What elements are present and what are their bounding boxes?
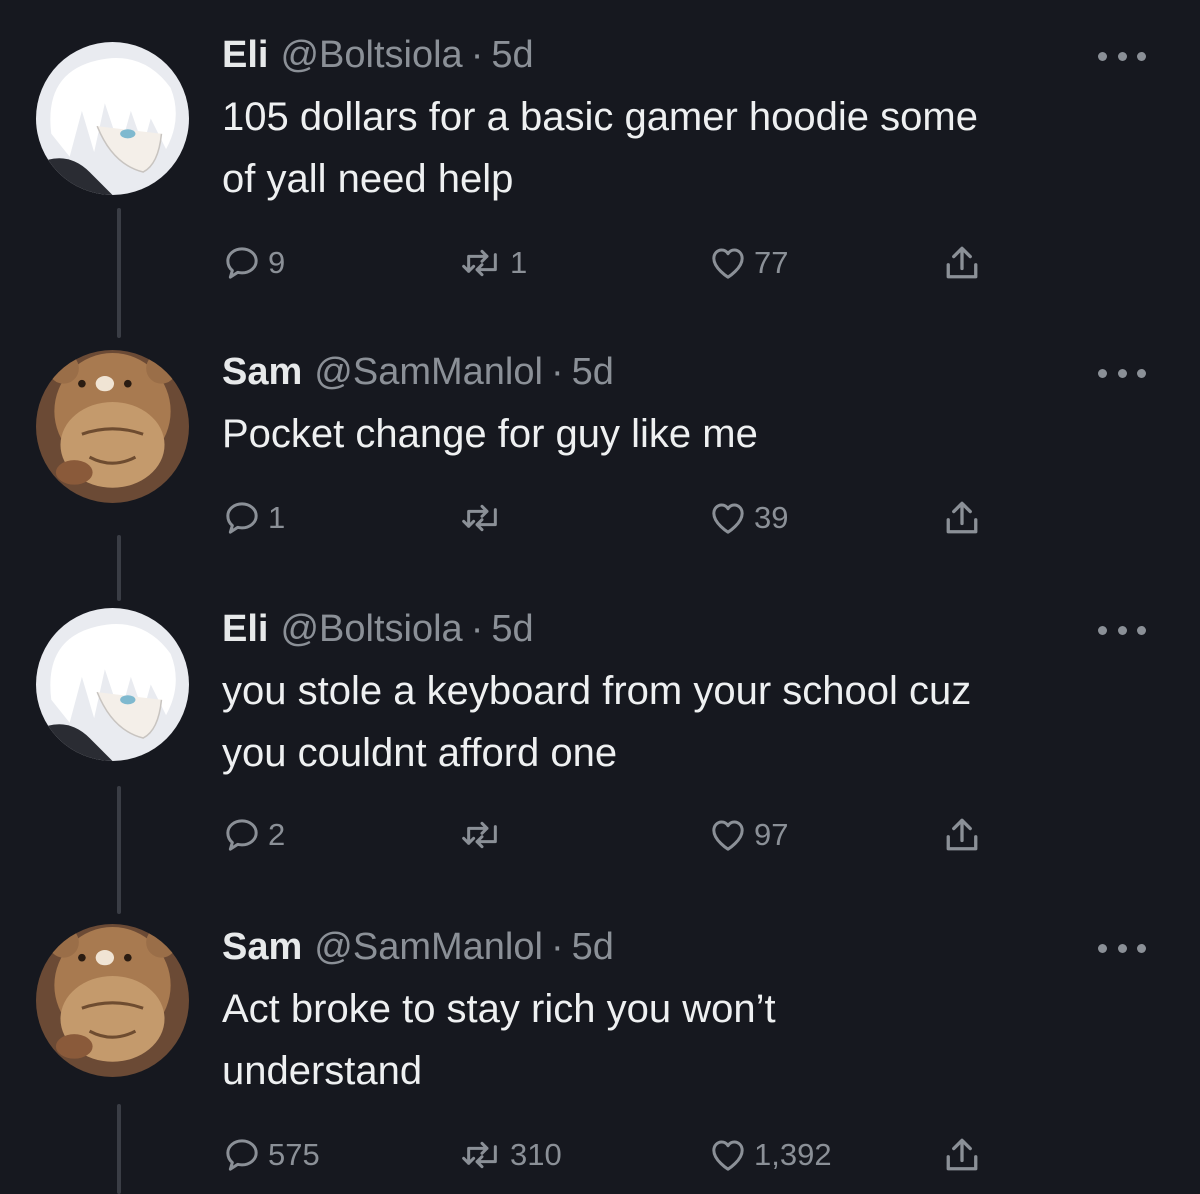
action-bar: 575 310 1,392 xyxy=(222,1130,1002,1180)
like-button[interactable]: 1,392 xyxy=(708,1130,832,1180)
like-button[interactable]: 39 xyxy=(708,493,788,543)
reply-button[interactable]: 575 xyxy=(222,1130,320,1180)
display-name[interactable]: Eli xyxy=(222,608,268,651)
reply-button[interactable]: 1 xyxy=(222,493,285,543)
timestamp[interactable]: 5d xyxy=(572,926,614,969)
timestamp[interactable]: 5d xyxy=(491,34,533,77)
share-button[interactable] xyxy=(940,810,984,860)
tweet-text-line: you stole a keyboard from your school cu… xyxy=(222,669,972,713)
like-icon xyxy=(712,248,744,279)
tweet-header: Sam @SamManlol · 5d xyxy=(222,922,614,972)
like-count: 1,392 xyxy=(754,1137,832,1172)
retweet-icon xyxy=(462,504,497,532)
like-button[interactable]: 97 xyxy=(708,810,788,860)
share-icon xyxy=(946,501,978,534)
thread-line xyxy=(117,1104,121,1194)
user-handle[interactable]: @SamManlol xyxy=(314,926,543,969)
user-handle[interactable]: @Boltsiola xyxy=(280,34,462,77)
tweet-text-line: understand xyxy=(222,1049,423,1093)
share-icon xyxy=(946,818,978,851)
tweet-header: Sam @SamManlol · 5d xyxy=(222,347,614,397)
retweet-icon xyxy=(462,1141,497,1169)
tweet-text: Pocket change for guy like me xyxy=(222,403,1162,465)
user-handle[interactable]: @Boltsiola xyxy=(280,608,462,651)
action-bar: 2 97 xyxy=(222,810,1002,860)
like-count: 97 xyxy=(754,817,789,852)
reply-button[interactable]: 9 xyxy=(222,238,285,288)
share-button[interactable] xyxy=(940,1130,984,1180)
thread-line xyxy=(117,535,121,601)
like-button[interactable]: 77 xyxy=(708,238,788,288)
display-name[interactable]: Sam xyxy=(222,351,302,394)
like-icon xyxy=(712,1140,744,1171)
thread-line xyxy=(117,786,121,914)
retweet-button[interactable] xyxy=(460,810,510,860)
thread-line xyxy=(117,208,121,338)
tweet-text: you stole a keyboard from your school cu… xyxy=(222,660,1162,784)
timestamp[interactable]: 5d xyxy=(572,351,614,394)
display-name[interactable]: Sam xyxy=(222,926,302,969)
reply-icon xyxy=(226,502,258,534)
action-bar: 9 1 77 xyxy=(222,238,1002,288)
retweet-icon xyxy=(462,821,497,849)
retweet-count: 1 xyxy=(510,245,528,280)
more-icon[interactable] xyxy=(1098,365,1146,381)
reply-count: 1 xyxy=(268,500,286,535)
separator: · xyxy=(470,607,484,650)
more-icon[interactable] xyxy=(1098,48,1146,64)
separator: · xyxy=(550,925,564,968)
reply-icon xyxy=(226,1139,258,1171)
retweet-count: 310 xyxy=(510,1137,562,1172)
retweet-button[interactable] xyxy=(460,493,510,543)
tweet-text: 105 dollars for a basic gamer hoodie som… xyxy=(222,86,1162,210)
reply-icon xyxy=(226,819,258,851)
like-count: 77 xyxy=(754,245,789,280)
more-icon[interactable] xyxy=(1098,940,1146,956)
like-count: 39 xyxy=(754,500,789,535)
avatar[interactable] xyxy=(36,350,189,503)
action-bar: 1 39 xyxy=(222,493,1002,543)
separator: · xyxy=(470,33,484,76)
tweet-text-line: you couldnt afford one xyxy=(222,731,618,775)
like-icon xyxy=(712,820,744,851)
separator: · xyxy=(550,350,564,393)
tweet-text-line: Pocket change for guy like me xyxy=(222,412,758,456)
tweet-text-line: Act broke to stay rich you won’t xyxy=(222,987,776,1031)
retweet-icon xyxy=(462,249,497,277)
reply-icon xyxy=(226,247,258,279)
display-name[interactable]: Eli xyxy=(222,34,268,77)
share-icon xyxy=(946,1138,978,1171)
share-button[interactable] xyxy=(940,238,984,288)
share-button[interactable] xyxy=(940,493,984,543)
tweet-header: Eli @Boltsiola · 5d xyxy=(222,604,534,654)
avatar[interactable] xyxy=(36,42,189,195)
avatar[interactable] xyxy=(36,608,189,761)
retweet-button[interactable]: 1 xyxy=(460,238,527,288)
reply-button[interactable]: 2 xyxy=(222,810,285,860)
tweet-header: Eli @Boltsiola · 5d xyxy=(222,30,534,80)
share-icon xyxy=(946,246,978,279)
reply-count: 9 xyxy=(268,245,286,280)
reply-count: 575 xyxy=(268,1137,320,1172)
like-icon xyxy=(712,503,744,534)
tweet-text-line: 105 dollars for a basic gamer hoodie som… xyxy=(222,95,978,139)
more-icon[interactable] xyxy=(1098,622,1146,638)
timestamp[interactable]: 5d xyxy=(491,608,533,651)
user-handle[interactable]: @SamManlol xyxy=(314,351,543,394)
tweet-text: Act broke to stay rich you won’t underst… xyxy=(222,978,1162,1102)
tweet-text-line: of yall need help xyxy=(222,157,514,201)
retweet-button[interactable]: 310 xyxy=(460,1130,562,1180)
avatar[interactable] xyxy=(36,924,189,1077)
reply-count: 2 xyxy=(268,817,286,852)
